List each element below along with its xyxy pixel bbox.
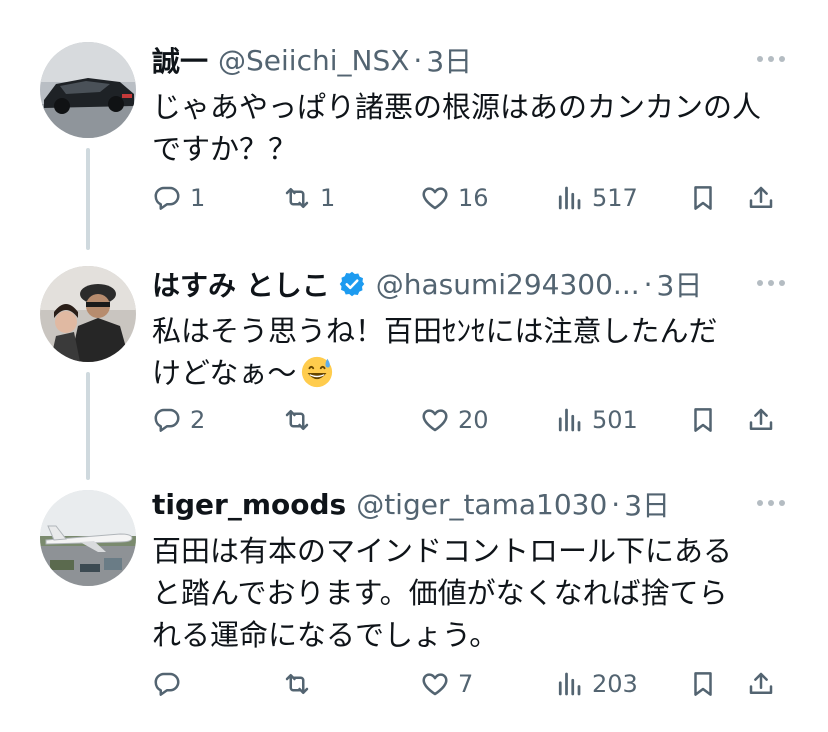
views-button[interactable]: 203 — [554, 664, 638, 704]
tweet-header: tiger_moods @tiger_tama1030 · 3日 — [152, 484, 788, 524]
views-icon — [558, 408, 581, 432]
avatar[interactable] — [40, 266, 136, 362]
verified-badge-icon — [339, 271, 364, 297]
reply-button[interactable]: 1 — [152, 178, 205, 218]
avatar-photo-image — [40, 266, 136, 362]
reply-icon — [154, 408, 180, 432]
timestamp[interactable]: 3日 — [657, 264, 703, 304]
repost-button[interactable] — [282, 400, 320, 440]
tweet-header: はすみ としこ @hasumi294300... · 3日 — [152, 264, 788, 304]
share-button[interactable] — [746, 400, 776, 440]
avatar-airplane-image — [40, 490, 136, 586]
repost-icon — [285, 410, 309, 430]
bookmark-button[interactable] — [688, 400, 718, 440]
share-button[interactable] — [746, 664, 776, 704]
bookmark-button[interactable] — [688, 664, 718, 704]
repost-icon — [285, 188, 309, 208]
tweet-actions: 7 203 — [152, 664, 788, 704]
bookmark-icon — [694, 672, 712, 696]
timestamp[interactable]: 3日 — [624, 484, 670, 524]
tweet-1[interactable]: 誠一 @Seiichi_NSX · 3日 じゃあやっぱり諸悪の根源はあのカンカン… — [0, 0, 828, 240]
like-count: 7 — [458, 670, 474, 698]
reply-count: 1 — [190, 184, 206, 212]
more-icon[interactable] — [754, 488, 788, 518]
tweet-actions: 2 20 501 — [152, 400, 788, 440]
share-icon — [749, 672, 773, 694]
like-icon — [422, 187, 448, 210]
display-name[interactable]: 誠一 — [152, 40, 208, 80]
reply-button[interactable] — [152, 664, 190, 704]
avatar-car-image — [40, 42, 136, 138]
display-name[interactable]: はすみ としこ — [152, 264, 330, 304]
separator-dot: · — [643, 267, 653, 301]
like-count: 20 — [458, 406, 489, 434]
handle[interactable]: @tiger_tama1030 — [356, 488, 607, 521]
more-icon[interactable] — [754, 268, 788, 298]
handle[interactable]: @Seiichi_NSX — [218, 44, 409, 77]
handle[interactable]: @hasumi294300... — [376, 268, 640, 301]
bookmark-button[interactable] — [688, 178, 718, 218]
views-button[interactable]: 517 — [554, 178, 638, 218]
like-button[interactable]: 7 — [420, 664, 473, 704]
view-count: 517 — [592, 184, 638, 212]
timestamp[interactable]: 3日 — [426, 40, 472, 80]
views-icon — [558, 186, 581, 210]
view-count: 203 — [592, 670, 638, 698]
display-name[interactable]: tiger_moods — [152, 488, 346, 521]
tweet-text: 百田は有本のマインドコントロール下にある と踏んでおります。価値がなくなれば捨て… — [152, 534, 733, 652]
bookmark-icon — [694, 186, 712, 210]
repost-button[interactable]: 1 — [282, 178, 335, 218]
tweet-text-content: 私はそう思うね！百田ｾﾝｾには注意したんだ けどなぁ〜 — [152, 314, 718, 390]
reply-icon — [154, 186, 180, 210]
views-button[interactable]: 501 — [554, 400, 638, 440]
more-icon[interactable] — [754, 44, 788, 74]
tweet-text: じゃあやっぱり諸悪の根源はあのカンカンの人 ですか？？ — [152, 90, 762, 166]
views-icon — [558, 672, 581, 696]
repost-button[interactable] — [282, 664, 320, 704]
repost-icon — [285, 674, 309, 694]
separator-dot: · — [413, 43, 423, 77]
share-icon — [749, 408, 773, 430]
like-button[interactable]: 20 — [420, 400, 489, 440]
bookmark-icon — [694, 408, 712, 432]
tweet-header: 誠一 @Seiichi_NSX · 3日 — [152, 40, 788, 80]
tweet-2[interactable]: はすみ としこ @hasumi294300... · 3日 私はそう思うね！百田… — [0, 240, 828, 472]
share-button[interactable] — [746, 178, 776, 218]
reply-count: 2 — [190, 406, 206, 434]
tweet-3[interactable]: tiger_moods @tiger_tama1030 · 3日 百田は有本のマ… — [0, 472, 828, 732]
like-icon — [422, 409, 448, 432]
tweet-text: 私はそう思うね！百田ｾﾝｾには注意したんだ けどなぁ〜 — [152, 310, 788, 394]
repost-count: 1 — [320, 184, 336, 212]
reply-icon — [154, 672, 180, 696]
separator-dot: · — [611, 487, 621, 521]
avatar[interactable] — [40, 42, 136, 138]
view-count: 501 — [592, 406, 638, 434]
like-icon — [422, 673, 448, 696]
reply-button[interactable]: 2 — [152, 400, 205, 440]
like-button[interactable]: 16 — [420, 178, 489, 218]
like-count: 16 — [458, 184, 489, 212]
avatar[interactable] — [40, 490, 136, 586]
tweet-actions: 1 1 16 517 — [152, 178, 788, 218]
share-icon — [749, 186, 773, 208]
grinning-sweat-emoji — [302, 356, 333, 388]
